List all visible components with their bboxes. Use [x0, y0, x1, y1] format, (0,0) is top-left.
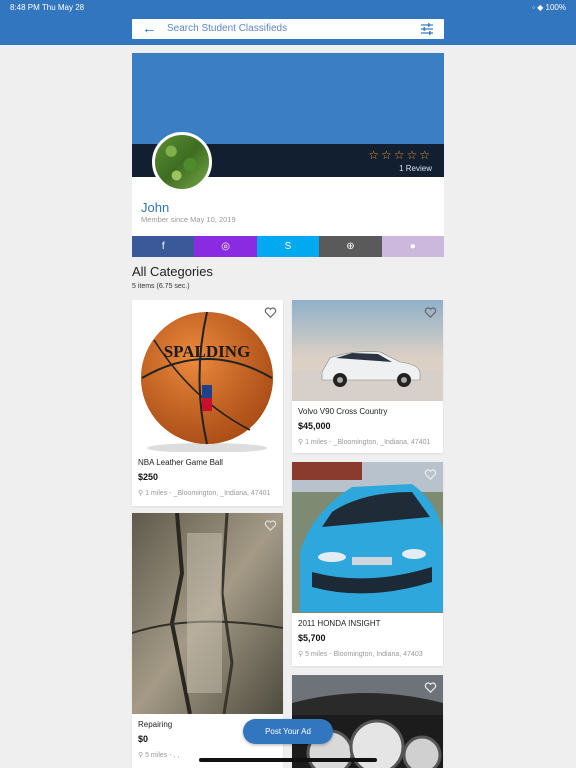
section-subtitle: 5 items (6.75 sec.)	[132, 283, 190, 290]
home-indicator[interactable]	[199, 758, 377, 762]
listing-card[interactable]: SPALDING NBA Leather Game Ball $250 ⚲ 1 …	[132, 300, 283, 506]
rating-stars[interactable]: ☆☆☆☆☆	[368, 148, 432, 162]
section-title: All Categories	[132, 264, 213, 279]
listing-location-text: 1 miles - _Bloomington, _Indiana, 47401	[145, 490, 271, 497]
listing-location: ⚲ 1 miles - _Bloomington, _Indiana, 4740…	[298, 438, 430, 446]
listing-location-text: 5 miles - , ,	[145, 752, 180, 759]
listing-image	[292, 462, 443, 613]
profile-name: John	[141, 200, 170, 215]
listing-price: $0	[138, 734, 149, 744]
listing-title[interactable]: Volvo V90 Cross Country	[298, 407, 387, 416]
listing-card[interactable]: Volvo V90 Cross Country $45,000 ⚲ 1 mile…	[292, 300, 443, 453]
facebook-icon[interactable]: f	[132, 236, 195, 257]
back-arrow-icon[interactable]: ←	[142, 21, 158, 37]
avatar[interactable]	[152, 132, 212, 192]
favorite-heart-icon[interactable]	[264, 519, 277, 532]
sliders-icon[interactable]	[420, 22, 434, 36]
listing-price: $5,700	[298, 633, 326, 643]
listing-title[interactable]: NBA Leather Game Ball	[138, 458, 223, 467]
search-input[interactable]: Search Student Classifieds	[167, 23, 287, 34]
social-links: f ◎ S ⊕ ●	[132, 236, 445, 257]
favorite-heart-icon[interactable]	[424, 681, 437, 694]
app-header: 8:48 PM Thu May 28 ◦ ◆ 100% ← Search Stu…	[0, 0, 576, 45]
pin-icon: ⚲	[298, 651, 304, 658]
listing-title[interactable]: Repairing	[138, 720, 172, 729]
post-ad-button[interactable]: Post Your Ad	[243, 719, 333, 744]
listing-image: SPALDING	[132, 300, 283, 452]
favorite-heart-icon[interactable]	[264, 306, 277, 319]
status-indicators: ◦ ◆ 100%	[532, 3, 566, 12]
pin-icon: ⚲	[138, 752, 144, 759]
listing-location: ⚲ 5 miles - , ,	[138, 751, 179, 759]
listing-location: ⚲ 1 miles - _Bloomington, _Indiana, 4740…	[138, 489, 270, 497]
member-since: Member since May 10, 2019	[141, 215, 236, 224]
favorite-heart-icon[interactable]	[424, 306, 437, 319]
listing-location-text: 5 miles - Bloomington, Indiana, 47403	[305, 651, 423, 658]
listing-title[interactable]: 2011 HONDA INSIGHT	[298, 619, 381, 628]
cover-image	[132, 53, 444, 144]
listing-price: $45,000	[298, 421, 331, 431]
skype-icon[interactable]: S	[256, 236, 320, 257]
profile-card: ☆☆☆☆☆ 1 Review John Member since May 10,…	[132, 53, 445, 257]
listing-price: $250	[138, 472, 159, 482]
listing-image	[132, 513, 283, 714]
location-icon[interactable]: ●	[381, 236, 445, 257]
listing-location: ⚲ 5 miles - Bloomington, Indiana, 47403	[298, 650, 423, 658]
listing-location-text: 1 miles - _Bloomington, _Indiana, 47401	[305, 439, 431, 446]
status-bar: 8:48 PM Thu May 28 ◦ ◆ 100%	[0, 3, 576, 15]
instagram-icon[interactable]: ◎	[194, 236, 257, 257]
listing-image	[292, 300, 443, 401]
favorite-heart-icon[interactable]	[424, 468, 437, 481]
search-bar[interactable]: ← Search Student Classifieds	[132, 19, 444, 39]
svg-text:SPALDING: SPALDING	[164, 342, 251, 361]
globe-icon[interactable]: ⊕	[319, 236, 382, 257]
listing-card[interactable]: 2011 HONDA INSIGHT $5,700 ⚲ 5 miles - Bl…	[292, 462, 443, 666]
status-time: 8:48 PM Thu May 28	[10, 3, 85, 12]
review-count[interactable]: 1 Review	[399, 164, 432, 173]
pin-icon: ⚲	[298, 439, 304, 446]
pin-icon: ⚲	[138, 490, 144, 497]
